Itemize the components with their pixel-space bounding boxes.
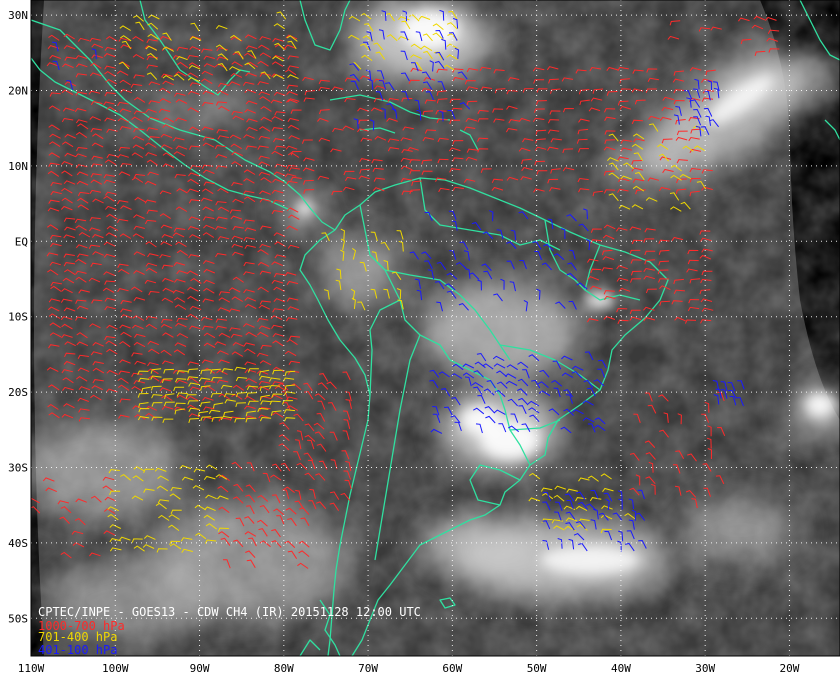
latitude-label: 20N xyxy=(8,84,28,97)
latitude-label: 30S xyxy=(8,461,28,474)
longitude-label: 100W xyxy=(102,662,129,675)
longitude-label: 30W xyxy=(695,662,715,675)
longitude-label: 50W xyxy=(527,662,547,675)
longitude-label: 80W xyxy=(274,662,294,675)
latitude-label: 50S xyxy=(8,612,28,625)
longitude-label: 40W xyxy=(611,662,631,675)
latitude-label: 10S xyxy=(8,311,28,324)
caption-title: CPTEC/INPE - GOES13 - CDW CH4 (IR) 20151… xyxy=(38,605,421,619)
latitude-label: EQ xyxy=(15,235,28,248)
longitude-label: 20W xyxy=(780,662,800,675)
legend-upper-level: 401-100 hPa xyxy=(38,643,117,657)
latitude-label: 40S xyxy=(8,537,28,550)
latitude-label: 30N xyxy=(8,9,28,22)
longitude-labels: 110W 100W 90W 80W 70W 60W 50W 40W 30W 20W xyxy=(18,662,800,675)
latitude-label: 20S xyxy=(8,386,28,399)
satellite-map: 30N 20N 10N EQ 10S 20S 30S 40S 50S 110W 100W 90W 80… xyxy=(8,0,840,675)
longitude-label: 90W xyxy=(190,662,210,675)
latitude-label: 10N xyxy=(8,160,28,173)
satellite-map-frame: 30N 20N 10N EQ 10S 20S 30S 40S 50S 110W 100W 90W 80… xyxy=(0,0,840,680)
longitude-label: 60W xyxy=(442,662,462,675)
legend-mid-level: 701-400 hPa xyxy=(38,630,117,644)
latitude-labels: 30N 20N 10N EQ 10S 20S 30S 40S 50S xyxy=(8,9,28,625)
longitude-label: 110W xyxy=(18,662,45,675)
longitude-label: 70W xyxy=(358,662,378,675)
